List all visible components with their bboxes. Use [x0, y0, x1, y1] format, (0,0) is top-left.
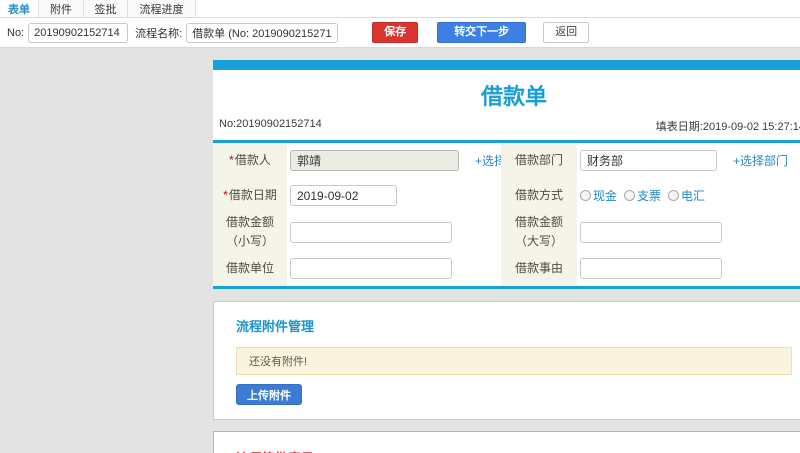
- action-toolbar: No: 流程名称: 保存 转交下一步 返回: [0, 18, 800, 48]
- radio-cheque[interactable]: 支票: [624, 187, 661, 204]
- attachments-panel: 流程附件管理 还没有附件! 上传附件: [213, 301, 800, 420]
- loan-reason-cell: [577, 251, 800, 286]
- radio-circle-icon[interactable]: [624, 190, 636, 201]
- form-title: 借款单: [480, 84, 547, 109]
- loan-form-panel: 借款单 No:20190902152714 填表日期:2019-09-02 15…: [213, 60, 800, 289]
- loan-unit-cell: [287, 251, 501, 286]
- form-no-text: No:20190902152714: [219, 118, 322, 130]
- form-divider-bottom: [213, 286, 800, 289]
- select-department-link[interactable]: +选择部门: [733, 152, 788, 169]
- amount-lower-cell: [287, 213, 501, 251]
- department-cell: +选择部门: [577, 143, 800, 178]
- borrower-input[interactable]: [290, 150, 459, 171]
- tab-strip: 表单 附件 签批 流程进度: [0, 0, 800, 18]
- app-window: 表单 附件 签批 流程进度 No: 流程名称: 保存 转交下一步 返回 借款单 …: [0, 0, 800, 453]
- form-meta: No:20190902152714 填表日期:2019-09-02 15:27:…: [213, 116, 800, 140]
- loan-unit-label: 借款单位: [213, 251, 287, 286]
- department-label: 借款部门: [501, 143, 577, 178]
- required-mark: *: [223, 187, 228, 202]
- amount-upper-label: 借款金额（大写）: [501, 213, 577, 251]
- tab-approval[interactable]: 签批: [84, 0, 128, 17]
- next-step-button[interactable]: 转交下一步: [437, 22, 527, 43]
- approval-title: 流程签批意见: [236, 448, 792, 453]
- radio-circle-icon[interactable]: [668, 190, 680, 201]
- radio-wire[interactable]: 电汇: [668, 187, 705, 204]
- form-grid: *借款人 +选择人员 借款部门 +选择部门 *借款日期: [213, 143, 800, 286]
- tab-progress[interactable]: 流程进度: [128, 0, 196, 17]
- amount-upper-input[interactable]: [580, 221, 722, 243]
- no-attachments-alert: 还没有附件!: [236, 347, 792, 375]
- loan-date-label: *借款日期: [213, 178, 287, 213]
- back-button[interactable]: 返回: [543, 22, 590, 43]
- radio-cash[interactable]: 现金: [580, 187, 617, 204]
- upload-attachment-button[interactable]: 上传附件: [236, 384, 302, 405]
- radio-circle-icon[interactable]: [580, 190, 591, 201]
- main-content: 借款单 No:20190902152714 填表日期:2019-09-02 15…: [213, 60, 800, 453]
- required-mark: *: [229, 152, 234, 167]
- tab-attachment[interactable]: 附件: [39, 0, 84, 17]
- amount-upper-cell: [577, 213, 800, 251]
- attachments-title: 流程附件管理: [236, 319, 315, 334]
- process-name-input[interactable]: [186, 22, 339, 43]
- no-label: No:: [7, 26, 25, 39]
- borrower-label: *借款人: [213, 143, 287, 178]
- approval-panel: 流程签批意见 B I abc ⚑: [213, 431, 800, 453]
- form-header-bar: [213, 60, 800, 70]
- loan-method-label: 借款方式: [501, 178, 577, 213]
- department-input[interactable]: [580, 150, 717, 171]
- loan-method-cell: 现金 支票 电汇: [577, 178, 800, 213]
- amount-lower-label: 借款金额（小写）: [213, 213, 287, 251]
- save-button[interactable]: 保存: [372, 22, 419, 43]
- form-date-text: 填表日期:2019-09-02 15:27:14: [655, 121, 800, 133]
- amount-lower-input[interactable]: [290, 221, 452, 243]
- loan-reason-input[interactable]: [580, 258, 722, 279]
- borrower-cell: +选择人员: [287, 143, 530, 178]
- process-name-label: 流程名称:: [135, 27, 183, 40]
- loan-reason-label: 借款事由: [501, 251, 577, 286]
- loan-date-cell: [287, 178, 501, 213]
- no-input[interactable]: [28, 22, 129, 43]
- loan-date-input[interactable]: [290, 185, 397, 206]
- loan-unit-input[interactable]: [290, 258, 452, 279]
- tab-form[interactable]: 表单: [0, 0, 39, 17]
